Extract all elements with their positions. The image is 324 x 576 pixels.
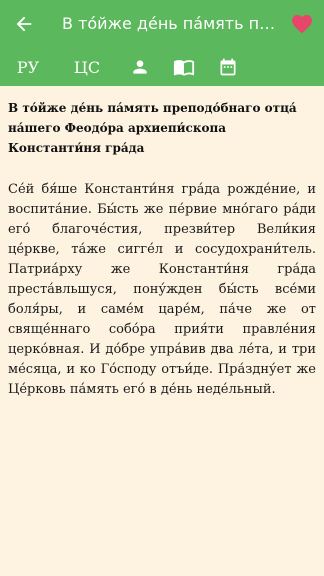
calendar-icon <box>220 58 236 76</box>
back-button[interactable] <box>8 8 40 40</box>
tab-reading[interactable] <box>162 48 206 86</box>
tab-calendar[interactable] <box>206 48 250 86</box>
app-bar: В то́йже де́нь па́мять преподо́бнаго отц… <box>0 0 324 86</box>
favorite-button[interactable] <box>286 8 318 40</box>
article-heading: В то́йже де́нь па́мять преподо́бнаго отц… <box>8 101 297 155</box>
arrow-left-icon <box>16 16 32 32</box>
tab-saint[interactable] <box>118 48 162 86</box>
person-icon <box>133 60 147 74</box>
open-book-icon <box>173 60 195 76</box>
page-title: В то́йже де́нь па́мять преподо́бнаго отц… <box>62 14 278 33</box>
heart-icon <box>292 15 312 34</box>
tab-bar: РУ ЦС <box>0 48 324 86</box>
tab-russian[interactable]: РУ <box>0 48 56 86</box>
article: В то́йже де́нь па́мять преподо́бнаго отц… <box>8 98 316 400</box>
tab-church-slavonic[interactable]: ЦС <box>56 48 118 86</box>
article-body: Се́й бя́ше Константи́ня гра́да рожде́ние… <box>8 182 316 397</box>
